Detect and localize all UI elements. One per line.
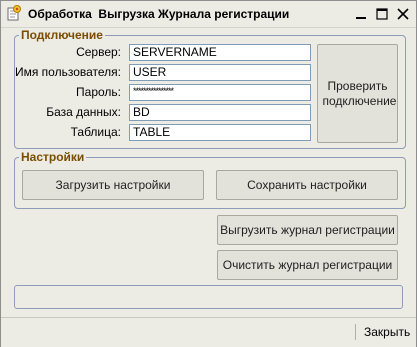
status-panel bbox=[14, 285, 403, 309]
table-label: Таблица: bbox=[70, 125, 121, 139]
close-button[interactable]: Закрыть bbox=[364, 325, 410, 339]
password-input[interactable]: **************** bbox=[129, 84, 311, 101]
database-label: База данных: bbox=[46, 105, 121, 119]
database-input[interactable]: BD bbox=[129, 104, 311, 121]
check-connection-label: Проверить подключение bbox=[322, 78, 397, 108]
server-label: Сервер: bbox=[76, 45, 121, 59]
connection-legend: Подключение bbox=[21, 28, 103, 42]
maximize-icon[interactable] bbox=[374, 6, 390, 22]
username-input[interactable]: USER bbox=[129, 64, 311, 81]
processing-form-icon bbox=[7, 5, 21, 21]
export-log-button[interactable]: Выгрузить журнал регистрации bbox=[217, 215, 398, 245]
load-settings-button[interactable]: Загрузить настройки bbox=[22, 170, 204, 200]
settings-legend: Настройки bbox=[21, 150, 85, 164]
window-title: Обработка Выгрузка Журнала регистрации bbox=[28, 7, 290, 21]
password-label: Пароль: bbox=[76, 85, 121, 99]
title-bar[interactable]: Обработка Выгрузка Журнала регистрации bbox=[1, 1, 416, 28]
footer-separator bbox=[355, 324, 356, 340]
save-settings-button[interactable]: Сохранить настройки bbox=[216, 170, 398, 200]
minimize-icon[interactable] bbox=[353, 6, 369, 22]
form-window: Обработка Выгрузка Журнала регистрации П… bbox=[0, 0, 417, 347]
server-input[interactable]: SERVERNAME bbox=[129, 44, 311, 61]
username-label: Имя пользователя: bbox=[14, 65, 121, 79]
footer-bar: Закрыть bbox=[1, 317, 416, 347]
check-connection-button[interactable]: Проверить подключение bbox=[317, 44, 398, 143]
close-icon[interactable] bbox=[395, 6, 411, 22]
clear-log-button[interactable]: Очистить журнал регистрации bbox=[217, 250, 398, 280]
table-input[interactable]: TABLE bbox=[129, 124, 311, 141]
